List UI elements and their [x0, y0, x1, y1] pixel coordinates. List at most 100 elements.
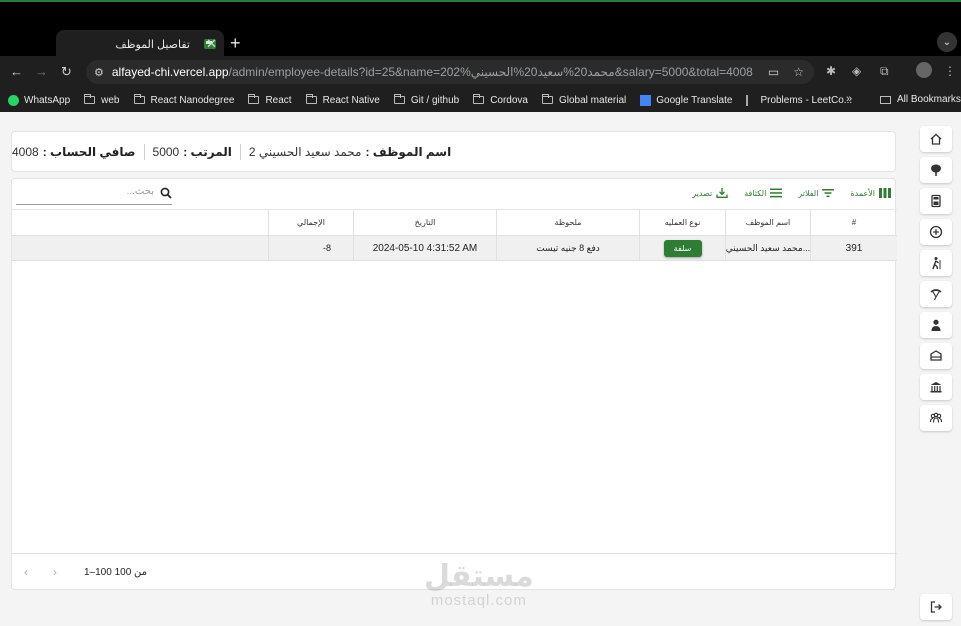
search-input[interactable] [34, 186, 154, 197]
site-info-icon[interactable]: ⚙ [94, 66, 104, 79]
sidebar-item-bank[interactable] [920, 374, 952, 400]
column-header-employee[interactable]: اسم الموظف [725, 210, 810, 235]
cell-filler [12, 236, 268, 260]
person-icon [931, 319, 941, 331]
cell-note: دفع 8 جنيه تيست [496, 236, 639, 260]
extension-icon[interactable]: ✱ [826, 64, 836, 78]
density-button[interactable]: الكثافة [744, 188, 783, 198]
extension-icon[interactable]: ◈ [852, 64, 861, 78]
filter-icon [822, 189, 835, 198]
sidebar-item-calculator[interactable] [920, 188, 952, 214]
export-button[interactable]: تصدير [692, 188, 728, 198]
divider [143, 143, 145, 160]
cast-icon[interactable]: ▭ [768, 65, 779, 79]
cell-date: 2024-05-10 4:31:52 AM [353, 236, 496, 260]
columns-button[interactable]: الأعمدة [850, 188, 891, 198]
density-icon [770, 188, 783, 198]
google-translate-icon [640, 94, 652, 106]
folder-icon [473, 94, 485, 104]
folder-icon [133, 94, 145, 104]
pagination-range: 1–100 من 100 [84, 567, 148, 578]
employee-summary: اسم الموظف : محمد سعيد الحسيني 2 المرتب … [11, 131, 896, 172]
table-row[interactable]: 391 محمد سعيد الحسيني... سلفة دفع 8 جنيه… [12, 236, 897, 261]
address-toolbar: ← → ↻ ⚙ alfayed-chi.vercel.app/admin/emp… [0, 56, 961, 88]
url-text: alfayed-chi.vercel.app/admin/employee-de… [111, 65, 753, 79]
bookmark-google-translate[interactable]: Google Translate [640, 94, 732, 106]
extensions-puzzle-icon[interactable]: ⧉ [880, 64, 889, 79]
sidebar-item-groups[interactable] [920, 405, 952, 431]
logout-icon [930, 601, 942, 613]
folder-icon [84, 94, 96, 104]
filters-button[interactable]: الفلاتر [798, 188, 835, 198]
sidebar-item-tree[interactable] [920, 157, 952, 183]
profile-avatar[interactable] [916, 62, 932, 78]
folder-icon [880, 95, 891, 104]
tab-search-icon[interactable]: ⌄ [937, 32, 957, 52]
folder-icon [542, 94, 553, 104]
search-box [16, 183, 172, 205]
bookmark-react-nanodegree[interactable]: React Nanodegree [133, 94, 234, 106]
bookmark-global-material[interactable]: Global material [542, 94, 626, 106]
paragliding-icon [930, 289, 942, 301]
folder-icon [393, 94, 405, 104]
more-bookmarks-icon[interactable]: » [846, 93, 852, 105]
folder-icon [305, 94, 317, 104]
page-content: اسم الموظف : محمد سعيد الحسيني 2 المرتب … [0, 112, 961, 626]
add-circle-icon [929, 225, 943, 239]
search-icon [160, 187, 172, 199]
sidebar-item-paragliding[interactable] [920, 281, 952, 307]
sidebar-item-logout[interactable] [920, 594, 952, 620]
transactions-grid: الأعمدة الفلاتر الكثافة تصدير بحث... # ا… [11, 178, 897, 590]
new-tab-icon[interactable]: + [230, 33, 241, 54]
bookmark-whatsapp[interactable]: WhatsApp [8, 94, 70, 106]
bookmark-react-native[interactable]: React Native [305, 94, 380, 106]
tab-title: تفاصيل الموظف [115, 38, 190, 51]
next-page-icon[interactable]: › [53, 565, 57, 579]
column-header-total[interactable]: الإجمالي [268, 210, 353, 235]
sidebar-item-home[interactable] [920, 126, 952, 152]
tab-close-icon[interactable]: ✕ [206, 36, 217, 52]
whatsapp-icon [8, 94, 19, 106]
bookmark-cordova[interactable]: Cordova [473, 94, 528, 106]
prev-page-icon[interactable]: ‹ [24, 565, 28, 579]
bookmark-star-icon[interactable]: ☆ [793, 65, 804, 79]
bookmark-react[interactable]: React [248, 94, 292, 106]
divider [239, 143, 241, 160]
groups-icon [929, 412, 943, 423]
grid-toolbar: الأعمدة الفلاتر الكثافة تصدير [12, 179, 897, 209]
sidebar-item-inventory[interactable] [920, 343, 952, 369]
column-header-date[interactable]: التاريخ [353, 210, 496, 235]
browser-tab[interactable]: تفاصيل الموظف ✕ [56, 30, 224, 58]
url-omnibox[interactable]: ⚙ alfayed-chi.vercel.app/admin/employee-… [86, 60, 814, 84]
calculator-icon [931, 194, 941, 208]
back-icon[interactable]: ← [10, 64, 23, 79]
column-header-filler [12, 210, 268, 235]
sidebar-item-hiking[interactable] [920, 250, 952, 276]
sidebar-item-employee[interactable] [920, 312, 952, 338]
browser-menu-icon[interactable]: ⋮ [944, 64, 956, 78]
cell-id: 391 [810, 236, 897, 260]
bank-icon [930, 382, 942, 393]
status-badge[interactable]: سلفة [663, 239, 702, 257]
home-icon [930, 133, 942, 145]
column-header-operation-type[interactable]: نوع العمليه [639, 210, 725, 235]
column-header-number[interactable]: # [810, 210, 897, 235]
cell-total: -8 [268, 236, 353, 260]
summary-name: اسم الموظف : محمد سعيد الحسيني 2 [248, 144, 452, 159]
reload-icon[interactable]: ↻ [61, 64, 72, 80]
download-icon [716, 188, 728, 198]
leetcode-icon [746, 94, 755, 106]
columns-icon [879, 188, 891, 198]
column-header-note[interactable]: ملحوظة [496, 210, 639, 235]
folder-icon [248, 94, 260, 104]
forward-icon[interactable]: → [35, 64, 48, 79]
bookmark-leetcode[interactable]: Problems - LeetCo... [746, 94, 852, 106]
sidebar-item-add[interactable] [920, 219, 952, 245]
bookmark-git-github[interactable]: Git / github [393, 94, 459, 106]
table-header: # اسم الموظف نوع العمليه ملحوظة التاريخ … [12, 209, 897, 236]
all-bookmarks[interactable]: All Bookmarks [880, 94, 961, 105]
summary-salary: المرتب : 5000 [152, 144, 232, 159]
tree-icon [931, 164, 941, 176]
bookmark-web[interactable]: web [84, 94, 120, 106]
hiking-icon [932, 257, 941, 270]
